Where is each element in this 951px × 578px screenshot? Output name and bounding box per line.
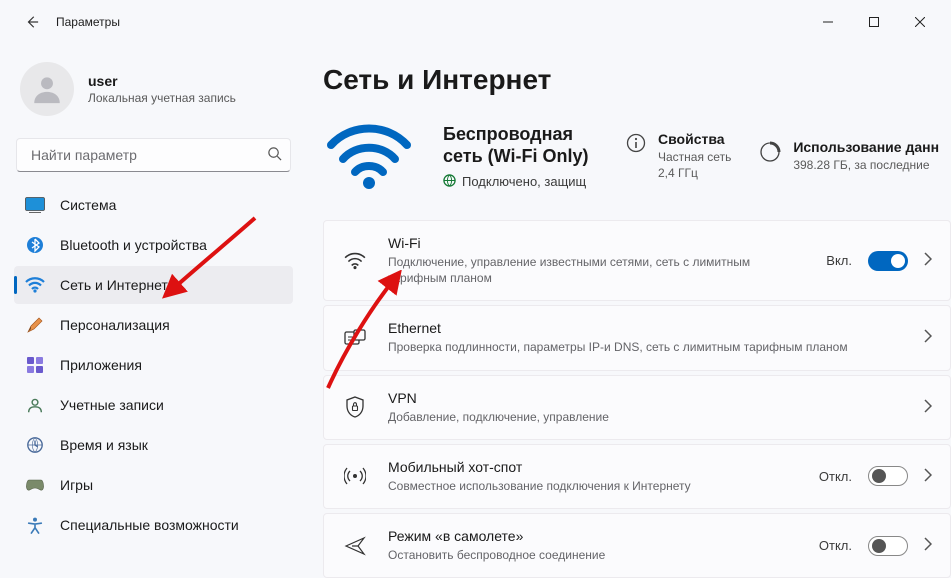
globe-icon (443, 174, 456, 190)
content-area: Сеть и Интернет Беспроводная сеть (Wi-Fi… (305, 44, 951, 578)
wifi-toggle[interactable] (868, 251, 908, 271)
hotspot-icon (342, 463, 368, 489)
airplane-icon (342, 533, 368, 559)
card-hotspot[interactable]: Мобильный хот-спот Совместное использова… (323, 444, 951, 509)
big-wifi-icon (323, 120, 415, 192)
network-status: Подключено, защищ (462, 174, 586, 189)
apps-icon (24, 354, 46, 376)
card-sub: Добавление, подключение, управление (388, 409, 904, 425)
sidebar-item-apps[interactable]: Приложения (14, 346, 293, 384)
data-usage-block[interactable]: Использование данн 398.28 ГБ, за последн… (759, 139, 939, 174)
network-status-row: Беспроводная сеть (Wi-Fi Only) Подключен… (323, 120, 951, 192)
chevron-right-icon (924, 252, 932, 269)
card-title: Ethernet (388, 320, 904, 336)
properties-title: Свойства (658, 131, 731, 147)
airplane-toggle[interactable] (868, 536, 908, 556)
accounts-icon (24, 394, 46, 416)
user-name: user (88, 73, 236, 89)
card-ethernet[interactable]: Ethernet Проверка подлинности, параметры… (323, 305, 951, 370)
sidebar-item-label: Персонализация (60, 317, 170, 333)
minimize-button[interactable] (805, 6, 851, 38)
window-title: Параметры (56, 15, 120, 29)
minimize-icon (823, 17, 833, 27)
sidebar-item-gaming[interactable]: Игры (14, 466, 293, 504)
sidebar-item-label: Система (60, 197, 116, 213)
card-sub: Подключение, управление известными сетям… (388, 254, 806, 286)
brush-icon (24, 314, 46, 336)
card-title: Wi-Fi (388, 235, 806, 251)
airplane-state-label: Откл. (819, 538, 852, 553)
card-wifi[interactable]: Wi-Fi Подключение, управление известными… (323, 220, 951, 301)
network-name-block[interactable]: Беспроводная сеть (Wi-Fi Only) Подключен… (443, 123, 598, 190)
avatar (20, 62, 74, 116)
data-usage-sub: 398.28 ГБ, за последние (793, 158, 939, 174)
accessibility-icon (24, 514, 46, 536)
card-airplane[interactable]: Режим «в самолете» Остановить беспроводн… (323, 513, 951, 578)
card-vpn[interactable]: VPN Добавление, подключение, управление (323, 375, 951, 440)
hotspot-toggle[interactable] (868, 466, 908, 486)
sidebar-item-label: Игры (60, 477, 93, 493)
close-icon (915, 17, 925, 27)
sidebar-item-network[interactable]: Сеть и Интернет (14, 266, 293, 304)
chevron-right-icon (924, 537, 932, 554)
sidebar-item-accounts[interactable]: Учетные записи (14, 386, 293, 424)
sidebar-item-label: Приложения (60, 357, 142, 373)
search-field[interactable] (16, 138, 291, 172)
page-title: Сеть и Интернет (323, 64, 951, 96)
sidebar-item-label: Время и язык (60, 437, 148, 453)
person-icon (30, 72, 64, 106)
sidebar: user Локальная учетная запись Система (0, 44, 305, 578)
chevron-right-icon (924, 468, 932, 485)
wifi-icon (342, 248, 368, 274)
sidebar-item-label: Специальные возможности (60, 517, 239, 533)
properties-sub: Частная сеть 2,4 ГГц (658, 150, 731, 181)
shield-icon (342, 394, 368, 420)
sidebar-item-time[interactable]: Время и язык (14, 426, 293, 464)
back-button[interactable] (16, 6, 48, 38)
gamepad-icon (24, 474, 46, 496)
card-sub: Проверка подлинности, параметры IP-и DNS… (388, 339, 904, 355)
ethernet-icon (342, 325, 368, 351)
data-usage-icon (759, 141, 781, 166)
sidebar-item-label: Bluetooth и устройства (60, 237, 207, 253)
sidebar-item-personalization[interactable]: Персонализация (14, 306, 293, 344)
maximize-icon (869, 17, 879, 27)
card-title: Мобильный хот-спот (388, 459, 799, 475)
sidebar-item-system[interactable]: Система (14, 186, 293, 224)
data-usage-title: Использование данн (793, 139, 939, 155)
system-icon (24, 194, 46, 216)
wifi-icon (24, 274, 46, 296)
hotspot-state-label: Откл. (819, 469, 852, 484)
sidebar-item-accessibility[interactable]: Специальные возможности (14, 506, 293, 544)
search-icon (267, 146, 282, 164)
arrow-left-icon (25, 15, 39, 29)
network-name-line1: Беспроводная (443, 124, 573, 144)
user-block[interactable]: user Локальная учетная запись (14, 44, 293, 136)
chevron-right-icon (924, 399, 932, 416)
properties-block[interactable]: Свойства Частная сеть 2,4 ГГц (626, 131, 731, 181)
card-title: VPN (388, 390, 904, 406)
sidebar-item-bluetooth[interactable]: Bluetooth и устройства (14, 226, 293, 264)
bluetooth-icon (24, 234, 46, 256)
sidebar-item-label: Учетные записи (60, 397, 164, 413)
info-icon (626, 133, 646, 156)
network-name-line2: сеть (Wi-Fi Only) (443, 146, 589, 166)
card-sub: Совместное использование подключения к И… (388, 478, 799, 494)
chevron-right-icon (924, 329, 932, 346)
sidebar-item-label: Сеть и Интернет (60, 277, 168, 293)
close-button[interactable] (897, 6, 943, 38)
card-title: Режим «в самолете» (388, 528, 799, 544)
clock-globe-icon (24, 434, 46, 456)
card-sub: Остановить беспроводное соединение (388, 547, 799, 563)
wifi-state-label: Вкл. (826, 253, 852, 268)
search-input[interactable] (29, 146, 267, 164)
user-subtitle: Локальная учетная запись (88, 91, 236, 105)
maximize-button[interactable] (851, 6, 897, 38)
